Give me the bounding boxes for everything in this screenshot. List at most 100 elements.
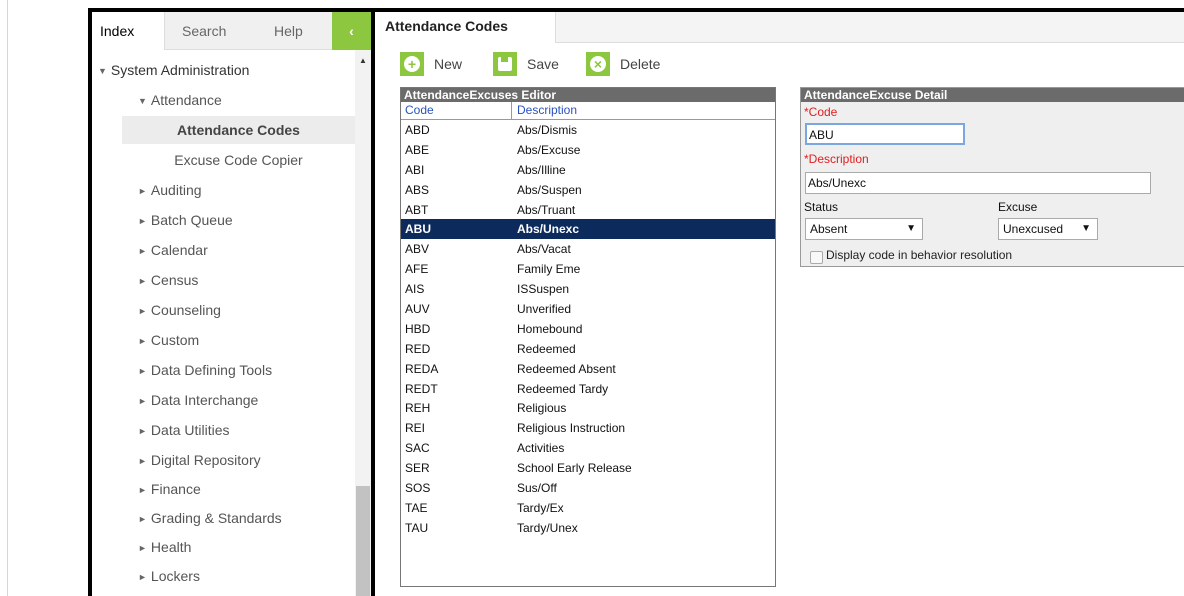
status-select-value: Absent [810,222,848,236]
scroll-up-arrow-icon[interactable]: ▲ [355,56,371,65]
nav-item-census[interactable]: ► Census [92,266,371,294]
delete-button-label: Delete [620,56,661,72]
description-input[interactable]: Abs/Unexc [805,172,1151,194]
table-row[interactable]: TAE Tardy/Ex [401,498,775,518]
delete-icon: × [586,52,610,76]
behavior-resolution-checkbox-label: Display code in behavior resolution [826,248,1013,262]
table-row[interactable]: TAU Tardy/Unex [401,518,775,538]
nav-item-label: Attendance Codes [177,122,300,138]
expanded-arrow-icon: ▼ [138,96,147,107]
status-select[interactable]: Absent ▼ [805,218,923,240]
collapsed-arrow-icon: ► [138,485,147,496]
row-description: Abs/Excuse [517,142,581,157]
nav-item-label: Excuse Code Copier [174,152,303,168]
table-row[interactable]: HBD Homebound [401,319,775,339]
collapsed-arrow-icon: ► [138,216,147,227]
collapsed-arrow-icon: ► [138,246,147,257]
table-row[interactable]: ABI Abs/Illine [401,160,775,180]
dropdown-arrow-icon: ▼ [906,223,916,234]
table-row[interactable]: SER School Early Release [401,458,775,478]
table-row[interactable]: AUV Unverified [401,299,775,319]
nav-item-health[interactable]: ► Health [92,533,371,561]
table-row[interactable]: RED Redeemed [401,339,775,359]
behavior-resolution-checkbox[interactable] [810,251,823,264]
nav-scrollbar[interactable]: ▲ [355,50,371,596]
row-code: TAU [405,520,429,535]
table-row[interactable]: AFE Family Eme [401,259,775,279]
nav-item-digital-repository[interactable]: ► Digital Repository [92,446,371,474]
code-input[interactable]: ABU [805,123,965,145]
nav-item-custom[interactable]: ► Custom [92,326,371,354]
navigation-panel: Index Search Help ‹ ▼ System Administrati… [92,12,371,596]
table-row[interactable]: REH Religious [401,398,775,418]
table-row[interactable]: ABE Abs/Excuse [401,140,775,160]
status-label: Status [804,200,839,214]
collapsed-arrow-icon: ► [138,186,147,197]
column-header-description[interactable]: Description [517,102,577,119]
table-row[interactable]: SAC Activities [401,438,775,458]
excuse-select[interactable]: Unexcused ▼ [998,218,1098,240]
row-code: ABT [405,202,429,217]
row-code: TAE [405,500,428,515]
table-row[interactable]: ABT Abs/Truant [401,200,775,220]
collapse-nav-button[interactable]: ‹ [332,12,371,50]
nav-item-data-defining-tools[interactable]: ► Data Defining Tools [92,356,371,384]
table-row[interactable]: SOS Sus/Off [401,478,775,498]
column-header-code[interactable]: Code [405,102,434,119]
row-description: Abs/Suspen [517,182,582,197]
nav-item-grading-standards[interactable]: ► Grading & Standards [92,504,371,532]
nav-item-finance[interactable]: ► Finance [92,475,371,503]
tab-attendance-codes[interactable]: Attendance Codes [375,12,556,43]
table-row[interactable]: REDT Redeemed Tardy [401,379,775,399]
row-description: Family Eme [517,262,581,277]
table-row[interactable]: ABS Abs/Suspen [401,180,775,200]
table-row[interactable]: REI Religious Instruction [401,418,775,438]
editor-title: AttendanceExcuses Editor [401,88,775,102]
table-row[interactable]: REDA Redeemed Absent [401,359,775,379]
table-row[interactable]: ABU Abs/Unexc [401,219,775,240]
table-row[interactable]: AIS ISSuspen [401,279,775,299]
nav-item-attendance[interactable]: ▼ Attendance [92,86,371,114]
nav-item-batch-queue[interactable]: ► Batch Queue [92,206,371,234]
nav-item-label: Auditing [150,182,202,198]
nav-item-auditing[interactable]: ► Auditing [92,176,371,204]
collapsed-arrow-icon: ► [138,306,147,317]
excuse-select-value: Unexcused [1003,222,1064,236]
row-code: HBD [405,321,431,336]
editor-rows: ABD Abs/Dismis ABE Abs/Excuse ABI Abs/Illine A… [401,120,775,538]
row-description: Abs/Illine [517,162,566,177]
nav-item-data-interchange[interactable]: ► Data Interchange [92,386,371,414]
collapsed-arrow-icon: ► [138,276,147,287]
nav-item-data-utilities[interactable]: ► Data Utilities [92,416,371,444]
nav-item-lockers[interactable]: ► Lockers [92,562,371,590]
row-description: Abs/Vacat [517,242,571,257]
plus-icon: + [400,52,424,76]
table-row[interactable]: ABD Abs/Dismis [401,120,775,140]
scrollbar-thumb[interactable] [356,486,370,596]
row-code: AIS [405,282,425,297]
nav-item-label: Health [150,539,192,555]
row-description: Unverified [517,302,572,317]
dropdown-arrow-icon: ▼ [1081,223,1091,234]
nav-item-label: Data Utilities [150,422,230,438]
nav-item-label: Grading & Standards [150,510,282,526]
attendance-excuse-detail: AttendanceExcuse Detail *Code ABU *Descr… [800,87,1184,267]
row-code: REH [405,401,431,416]
tabs-divider [164,49,332,50]
editor-column-headers: Code Description [401,102,775,120]
nav-item-attendance-codes[interactable]: Attendance Codes [122,116,355,144]
row-description: ISSuspen [517,282,570,297]
row-code: REDA [405,361,439,376]
nav-item-system-administration[interactable]: ▼ System Administration [92,56,361,84]
row-description: Homebound [517,321,583,336]
table-row[interactable]: ABV Abs/Vacat [401,239,775,259]
nav-item-label: Census [150,272,199,288]
nav-item-excuse-code-copier[interactable]: Excuse Code Copier [122,146,355,174]
tab-index[interactable]: Index [92,12,172,50]
nav-item-counseling[interactable]: ► Counseling [92,296,371,324]
nav-item-calendar[interactable]: ► Calendar [92,236,371,264]
collapsed-arrow-icon: ► [138,456,147,467]
nav-item-label: Data Defining Tools [150,362,273,378]
row-description: Sus/Off [517,481,557,496]
row-code: REI [405,421,426,436]
